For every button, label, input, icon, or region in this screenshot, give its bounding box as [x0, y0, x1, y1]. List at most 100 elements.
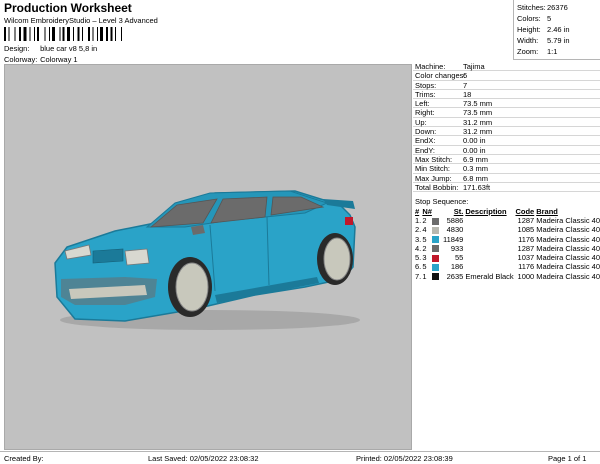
row-code: 1037: [517, 253, 535, 263]
stat-value: 1:1: [547, 47, 558, 56]
stop-sequence-title: Stop Sequence:: [415, 197, 469, 206]
stat-label: Colors:: [517, 14, 541, 23]
color-swatch: [431, 245, 439, 253]
machine-info-label: Machine:: [415, 62, 446, 71]
row-swatch: [431, 235, 442, 244]
row-stitches: 4830: [446, 225, 464, 235]
car-front-wheel: [175, 262, 209, 312]
printed-date: Printed: 02/05/2022 23:08:39: [356, 454, 453, 463]
machine-info-row: Min Stitch: 0.3 mm: [413, 164, 600, 174]
barcode-bar: [73, 27, 74, 41]
barcode-bar: [82, 27, 83, 41]
row-index: 7.: [415, 271, 422, 281]
color-swatch: [431, 254, 439, 262]
barcode-bar: [29, 27, 31, 41]
row-needle: 2: [422, 243, 427, 253]
machine-info-value: 171.63ft: [463, 182, 491, 192]
row-index: 6.: [415, 262, 422, 272]
row-needle: 5: [422, 262, 427, 272]
row-brand: Madeira Classic 40: [536, 253, 600, 263]
row-code: 1176: [518, 262, 535, 272]
machine-info-value: 6: [463, 71, 468, 81]
row-stitches: 11849: [443, 234, 464, 244]
design-info: Design: blue car v8 5,8 in: [4, 44, 97, 53]
row-code: 1287: [517, 243, 535, 253]
stat-row: Zoom: 1:1: [517, 46, 600, 57]
row-description: Emerald Black: [465, 271, 514, 281]
barcode-bar: [106, 27, 108, 41]
row-description: [465, 244, 514, 253]
machine-info-label: Max Jump:: [415, 173, 452, 183]
barcode-bar: [44, 27, 46, 41]
barcode-bar: [59, 27, 61, 41]
row-code: 1176: [518, 234, 535, 244]
machine-info-value: 0.00 in: [463, 136, 486, 146]
machine-info-value: 31.2 mm: [463, 127, 493, 137]
barcode-bar: [110, 27, 113, 41]
row-stitches: 933: [450, 243, 464, 253]
table-row: 5. 3 55 1037 Madeira Classic 40: [413, 253, 600, 262]
barcode-bar: [121, 27, 122, 41]
car-rear-wheel: [323, 237, 351, 281]
row-code: 1085: [517, 225, 535, 235]
machine-info-label: Stops:: [415, 80, 437, 90]
col-code: Code: [515, 207, 535, 216]
barcode-bar: [37, 27, 39, 41]
machine-info-label: Left:: [415, 99, 430, 109]
row-index: 1.: [415, 216, 422, 225]
table-header-row: # N# St. Description Code Brand: [413, 207, 600, 216]
machine-info-label: Max Stitch:: [415, 154, 453, 164]
barcode-bar: [14, 27, 16, 41]
machine-info-label: Total Bobbin:: [415, 182, 459, 192]
stat-row: Width: 5.79 in: [517, 35, 600, 46]
table-row: 4. 2 933 1287 Madeira Classic 40: [413, 244, 600, 253]
barcode-bar: [92, 27, 94, 41]
stat-label: Stitches:: [517, 3, 546, 12]
stat-label: Zoom:: [517, 47, 539, 56]
row-brand: Madeira Classic 40: [536, 243, 600, 253]
table-row: 7. 1 2635 Emerald Black 1000 Madeira Classic …: [413, 272, 600, 281]
row-swatch: [431, 262, 442, 271]
table-row: 1. 2 5886 1287 Madeira Classic 40: [413, 216, 600, 225]
color-swatch: [431, 273, 439, 281]
row-description: [465, 253, 514, 262]
created-by: Created By:: [4, 454, 44, 463]
machine-info-label: Color changes:: [415, 71, 466, 81]
col-index: #: [415, 207, 420, 216]
machine-info-label: EndX:: [415, 136, 436, 146]
barcode-bar: [115, 27, 116, 41]
row-brand: Madeira Classic 40: [536, 216, 600, 225]
machine-info-row: Right: 73.5 mm: [413, 108, 600, 118]
barcode-bar: [49, 27, 50, 41]
row-index: 4.: [415, 243, 422, 253]
machine-info-row: Up: 31.2 mm: [413, 117, 600, 128]
row-needle: 2: [422, 216, 427, 225]
row-needle: 3: [422, 253, 427, 263]
row-index: 2.: [415, 225, 422, 235]
machine-info-row: Max Stitch: 6.9 mm: [413, 154, 600, 165]
barcode: [4, 27, 122, 41]
col-description: Description: [465, 207, 507, 216]
machine-info-value: 0.3 mm: [463, 164, 489, 174]
barcode-bar: [88, 27, 90, 41]
table-row: 2. 4 4830 1085 Madeira Classic 40: [413, 225, 600, 234]
colorway-value: Colorway 1: [40, 55, 78, 64]
machine-info-row: Stops: 7: [413, 81, 600, 90]
stat-value: 26376: [547, 3, 568, 12]
machine-info-value: 31.2 mm: [463, 117, 493, 127]
footer: Created By: Last Saved: 02/05/2022 23:08…: [0, 451, 600, 464]
stat-value: 5.79 in: [547, 36, 570, 45]
machine-info-label: Trims:: [415, 89, 436, 99]
car-grille: [92, 248, 124, 264]
barcode-bar: [52, 27, 55, 41]
barcode-bar: [19, 27, 21, 41]
machine-info-value: 73.5 mm: [463, 108, 493, 118]
colorway-info: Colorway: Colorway 1: [4, 55, 78, 64]
machine-info-row: Trims: 18: [413, 89, 600, 100]
machine-info-row: EndX: 0.00 in: [413, 136, 600, 146]
software-subtitle: Wilcom EmbroideryStudio – Level 3 Advanc…: [4, 16, 158, 25]
machine-info-value: 0.00 in: [463, 145, 486, 155]
row-stitches: 5886: [446, 216, 464, 225]
stat-row: Stitches:26376: [517, 2, 600, 13]
machine-info-row: Machine: Tajima: [413, 62, 600, 72]
